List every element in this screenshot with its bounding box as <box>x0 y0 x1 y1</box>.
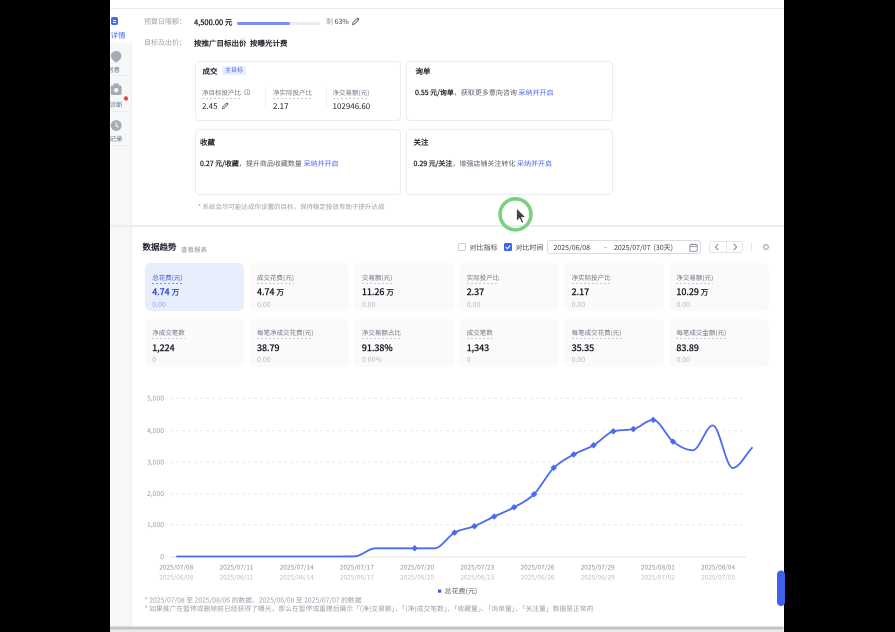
svg-text:2025/06/08: 2025/06/08 <box>159 572 193 582</box>
svg-text:2025/06/26: 2025/06/26 <box>521 572 555 582</box>
svg-text:2025/08/04: 2025/08/04 <box>701 562 735 572</box>
svg-text:2025/06/14: 2025/06/14 <box>280 572 314 582</box>
svg-text:3,000: 3,000 <box>147 456 164 466</box>
svg-text:2025/06/20: 2025/06/20 <box>400 572 434 582</box>
svg-text:2025/07/11: 2025/07/11 <box>220 562 254 572</box>
svg-text:* 如果推广在暂停或删除前已经获得了曝光，那么在暂停或重建后: * 如果推广在暂停或删除前已经获得了曝光，那么在暂停或重建后展示「(净)交易额」… <box>145 603 594 613</box>
svg-text:2025/06/17: 2025/06/17 <box>340 572 374 582</box>
svg-text:2025/07/02: 2025/07/02 <box>641 572 675 582</box>
svg-text:2025/07/14: 2025/07/14 <box>280 562 314 572</box>
svg-text:2025/07/20: 2025/07/20 <box>400 562 434 572</box>
svg-text:2025/06/11: 2025/06/11 <box>220 572 254 582</box>
svg-text:2025/07/26: 2025/07/26 <box>521 562 555 572</box>
svg-text:2025/07/17: 2025/07/17 <box>340 562 374 572</box>
svg-text:2025/08/01: 2025/08/01 <box>641 562 675 572</box>
svg-text:0: 0 <box>160 551 164 561</box>
svg-text:1,000: 1,000 <box>147 519 164 529</box>
svg-text:2025/07/08: 2025/07/08 <box>159 562 193 572</box>
svg-text:2025/06/23: 2025/06/23 <box>460 572 494 582</box>
svg-text:5,000: 5,000 <box>147 393 164 403</box>
svg-text:2,000: 2,000 <box>147 488 164 498</box>
svg-text:4,000: 4,000 <box>147 425 164 435</box>
svg-text:2025/06/29: 2025/06/29 <box>581 572 615 582</box>
svg-text:2025/07/29: 2025/07/29 <box>581 562 615 572</box>
svg-text:2025/07/05: 2025/07/05 <box>701 572 735 582</box>
svg-text:总花费(元): 总花费(元) <box>445 587 478 597</box>
svg-text:2025/07/23: 2025/07/23 <box>460 562 494 572</box>
